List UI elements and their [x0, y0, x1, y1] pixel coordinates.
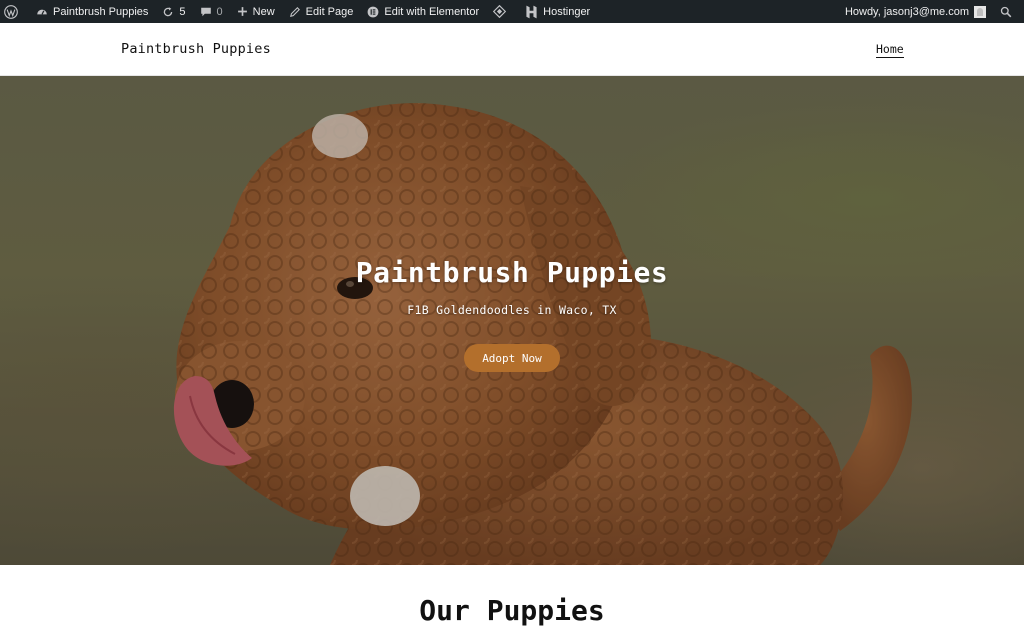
admin-site-name[interactable]: Paintbrush Puppies [29, 0, 155, 23]
new-content-button[interactable]: New [230, 0, 282, 23]
new-label: New [252, 5, 275, 18]
updates-button[interactable]: 5 [155, 0, 192, 23]
elementor-icon [367, 6, 379, 17]
wp-admin-bar: Paintbrush Puppies 5 0 New Edit Page Edi… [0, 0, 1024, 23]
comment-icon [200, 7, 211, 16]
wordpress-logo-icon[interactable] [0, 0, 29, 23]
admin-search-button[interactable] [993, 0, 1024, 23]
avatar [974, 5, 986, 18]
elementor-label: Edit with Elementor [384, 5, 480, 18]
hostinger-label: Hostinger [543, 5, 591, 18]
adopt-now-button[interactable]: Adopt Now [464, 344, 560, 372]
edit-page-button[interactable]: Edit Page [282, 0, 361, 23]
search-icon [1000, 6, 1012, 17]
our-puppies-heading: Our Puppies [419, 594, 605, 627]
plus-icon [237, 7, 247, 16]
hostinger-button[interactable]: Hostinger [518, 0, 597, 23]
hero-section: Paintbrush Puppies F1B Goldendoodles in … [0, 76, 1024, 565]
hero-content: Paintbrush Puppies F1B Goldendoodles in … [0, 76, 1024, 565]
admin-site-name-label: Paintbrush Puppies [53, 5, 149, 18]
edit-page-label: Edit Page [305, 5, 354, 18]
edit-with-elementor-button[interactable]: Edit with Elementor [360, 0, 486, 23]
site-title-link[interactable]: Paintbrush Puppies [121, 41, 271, 57]
dashboard-icon [37, 9, 47, 15]
hero-title: Paintbrush Puppies [355, 256, 669, 289]
nav-link-home[interactable]: Home [876, 42, 904, 58]
hostinger-icon [526, 5, 537, 18]
my-account-button[interactable]: Howdy, jasonj3@me.com [838, 0, 993, 23]
comments-count: 0 [216, 5, 223, 18]
admin-bar-right: Howdy, jasonj3@me.com [838, 0, 1024, 23]
greeting-label: Howdy, jasonj3@me.com [844, 5, 969, 18]
diamond-icon [493, 5, 507, 18]
hero-subtitle: F1B Goldendoodles in Waco, TX [407, 303, 617, 317]
site-header: Paintbrush Puppies Home [0, 23, 1024, 76]
comments-button[interactable]: 0 [193, 0, 230, 23]
updates-count: 5 [179, 5, 186, 18]
refresh-icon [164, 6, 173, 16]
pencil-icon [289, 6, 300, 17]
diamond-menu-button[interactable] [486, 0, 518, 23]
admin-bar-left: Paintbrush Puppies 5 0 New Edit Page Edi… [0, 0, 597, 23]
